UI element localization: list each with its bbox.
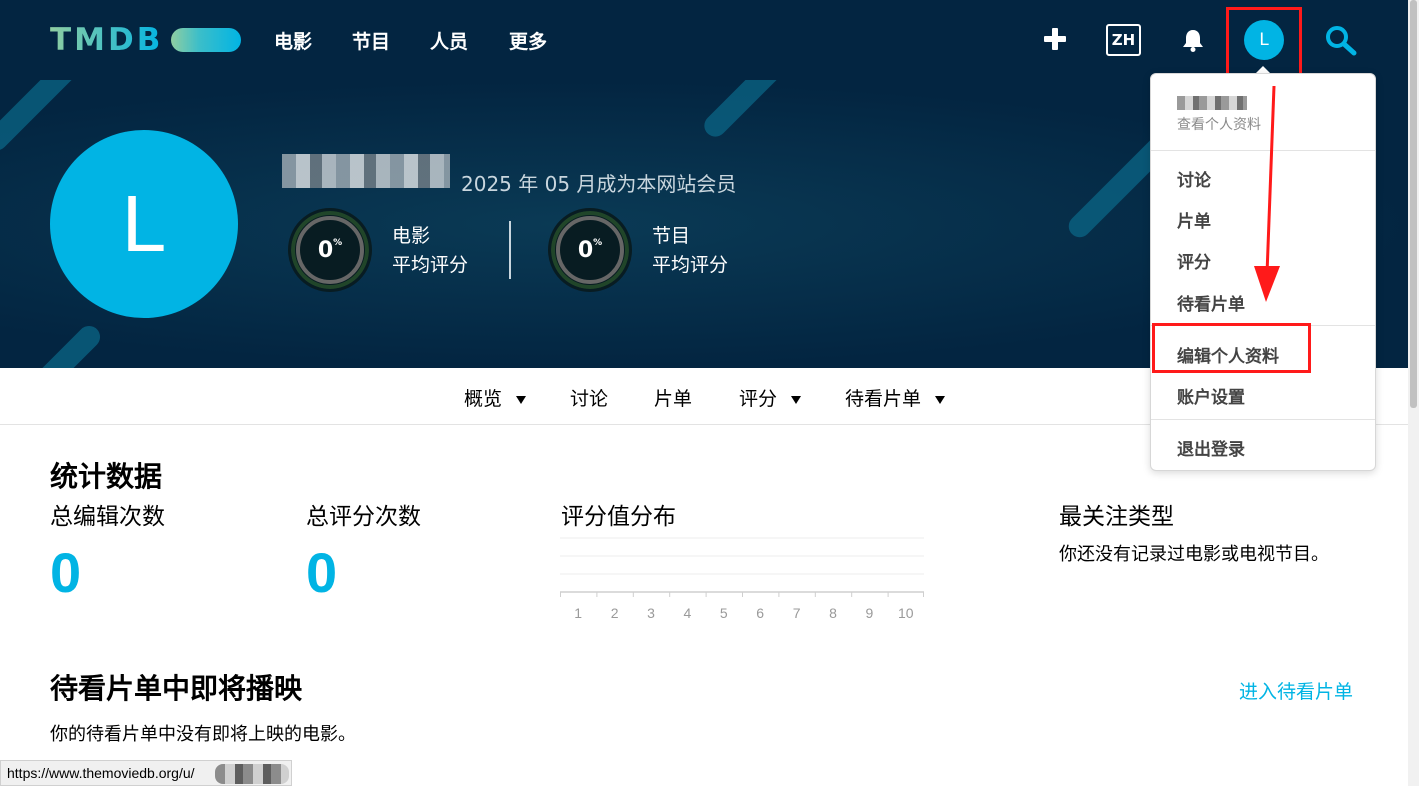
caret-down-icon	[935, 395, 946, 404]
dropdown-item-ratings[interactable]: 评分	[1177, 248, 1211, 273]
dropdown-username-redacted	[1177, 96, 1247, 110]
profile-avatar[interactable]: L	[50, 130, 238, 318]
search-icon[interactable]	[1324, 24, 1358, 56]
tv-score-ring: 0%	[548, 208, 632, 292]
movie-score-ring: 0%	[288, 208, 372, 292]
chart-tick-label: 4	[684, 605, 692, 621]
chart-tick-label: 8	[829, 605, 837, 621]
tv-score-unit: %	[593, 238, 603, 248]
chart-tick-label: 2	[611, 605, 619, 621]
movie-score-unit: %	[333, 238, 343, 248]
dropdown-item-lists[interactable]: 片单	[1177, 207, 1211, 232]
page-scrollbar[interactable]	[1408, 0, 1419, 786]
dropdown-item-account-settings[interactable]: 账户设置	[1177, 383, 1245, 408]
tv-score-value: 0	[577, 238, 594, 263]
caret-down-icon	[791, 395, 802, 404]
upcoming-empty: 你的待看片单中没有即将上映的电影。	[50, 724, 356, 745]
tv-score-label: 节目 平均评分	[652, 225, 729, 276]
chart-tick-label: 3	[647, 605, 655, 621]
upcoming-title: 待看片单中即将播映	[50, 672, 303, 705]
annotation-highlight-edit-profile	[1152, 323, 1311, 373]
tab-overview[interactable]: 概览	[464, 384, 527, 411]
chart-tick-label: 9	[866, 605, 874, 621]
nav-item-people[interactable]: 人员	[430, 27, 468, 54]
nav-item-tv[interactable]: 节目	[352, 27, 390, 54]
total-edits-label: 总编辑次数	[50, 504, 165, 530]
chart-tick-label: 5	[720, 605, 728, 621]
chart-tick-label: 7	[793, 605, 801, 621]
status-bar: https://www.themoviedb.org/u/	[0, 760, 292, 786]
total-ratings-label: 总评分次数	[306, 504, 421, 530]
top-genres-empty: 你还没有记录过电影或电视节目。	[1059, 544, 1329, 565]
status-url-redacted	[215, 764, 289, 784]
annotation-arrow-icon	[1254, 85, 1280, 302]
dropdown-item-logout[interactable]: 退出登录	[1177, 435, 1245, 460]
nav-item-movies[interactable]: 电影	[274, 27, 312, 54]
tab-discussions[interactable]: 讨论	[570, 384, 608, 411]
logo-pill-icon	[171, 28, 242, 52]
movie-score-value: 0	[317, 238, 334, 263]
tab-watchlist[interactable]: 待看片单	[845, 384, 946, 411]
total-ratings-value: 0	[306, 541, 338, 604]
tab-lists[interactable]: 片单	[654, 384, 692, 411]
total-edits-value: 0	[50, 541, 82, 604]
bell-icon[interactable]	[1180, 27, 1206, 53]
member-since-text: 2025 年 05 月成为本网站会员	[461, 172, 737, 196]
tab-ratings[interactable]: 评分	[739, 384, 802, 411]
decor-stripe	[0, 80, 89, 155]
dropdown-divider	[1151, 419, 1375, 420]
chart-tick-label: 1	[574, 605, 582, 621]
language-button[interactable]: ZH	[1106, 24, 1141, 56]
logo-text: TMDB	[50, 22, 164, 58]
caret-down-icon	[516, 395, 527, 404]
scrollbar-thumb[interactable]	[1410, 0, 1417, 408]
username-redacted	[282, 154, 450, 188]
chart-tick-label: 6	[756, 605, 764, 621]
rating-distribution-chart: 1 2 3 4 5 6 7 8 9 10	[560, 537, 924, 621]
top-nav: TMDB 电影 节目 人员 更多 ZH L	[0, 0, 1419, 80]
plus-icon[interactable]	[1042, 26, 1068, 52]
go-to-watchlist-link[interactable]: 进入待看片单	[1239, 677, 1353, 704]
decor-stripe	[25, 321, 105, 368]
dropdown-item-watchlist[interactable]: 待看片单	[1177, 290, 1245, 315]
top-genres-label: 最关注类型	[1059, 504, 1174, 530]
view-profile-link[interactable]: 查看个人资料	[1177, 114, 1261, 134]
rating-distribution-label: 评分值分布	[561, 504, 676, 530]
score-divider	[509, 221, 511, 279]
chart-tick-label: 10	[898, 605, 914, 621]
movie-score-label: 电影 平均评分	[392, 225, 469, 276]
decor-stripe	[699, 80, 801, 142]
dropdown-item-discussions[interactable]: 讨论	[1177, 166, 1211, 191]
nav-item-more[interactable]: 更多	[509, 27, 547, 54]
status-url: https://www.themoviedb.org/u/	[7, 765, 195, 781]
stats-title: 统计数据	[50, 460, 163, 493]
tmdb-logo[interactable]: TMDB	[50, 22, 242, 58]
